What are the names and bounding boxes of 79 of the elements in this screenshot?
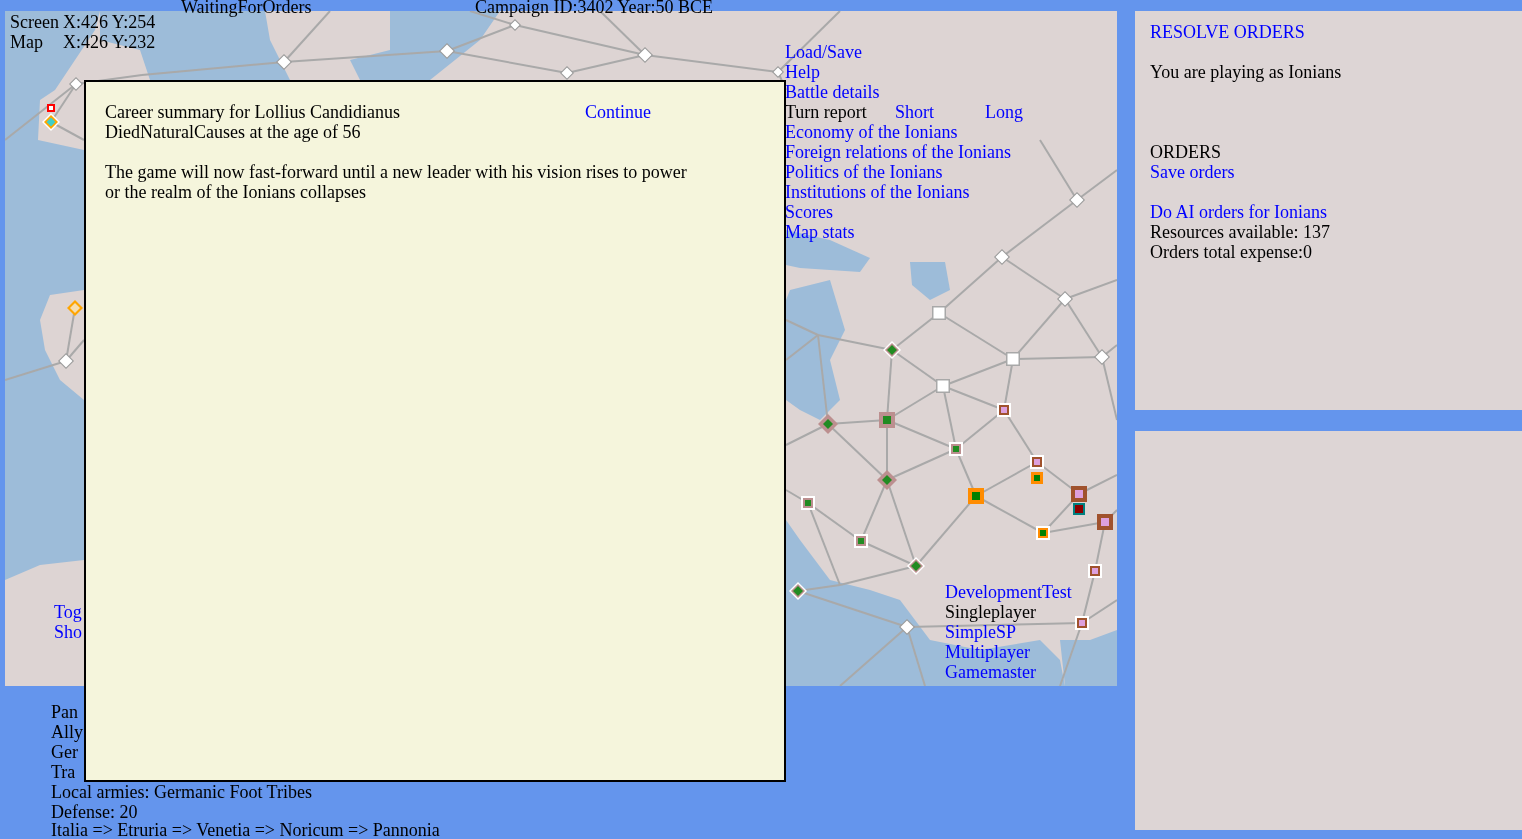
square-marker-icon[interactable]: [1006, 352, 1020, 366]
mode-option[interactable]: SimpleSP: [945, 622, 1017, 642]
expense-text: Orders total expense:0: [1150, 242, 1312, 262]
diamond-marker-icon[interactable]: [1057, 291, 1073, 307]
square-marker-icon[interactable]: [936, 379, 950, 393]
coordinate-value: X:426 Y:232: [63, 32, 156, 52]
diamond-marker-icon[interactable]: [883, 341, 901, 359]
coordinate-label: Screen: [10, 12, 59, 32]
resolve-orders-link[interactable]: RESOLVE ORDERS: [1150, 22, 1305, 42]
menu-link[interactable]: Politics of the Ionians: [785, 162, 943, 182]
toggle-link[interactable]: Sho: [54, 622, 82, 642]
square-marker-icon[interactable]: [879, 412, 895, 428]
diamond-marker-icon[interactable]: [772, 66, 784, 78]
diamond-marker-icon[interactable]: [560, 66, 574, 80]
diamond-marker-icon[interactable]: [994, 249, 1010, 265]
square-marker-icon[interactable]: [47, 104, 55, 112]
coordinate-value: X:426 Y:254: [63, 12, 156, 32]
square-marker-icon[interactable]: [854, 534, 868, 548]
report-option-link[interactable]: Short: [895, 102, 934, 122]
square-marker-icon[interactable]: [997, 403, 1011, 417]
square-marker-icon[interactable]: [932, 306, 946, 320]
square-marker-icon[interactable]: [1071, 486, 1087, 502]
diamond-marker-icon[interactable]: [42, 113, 60, 131]
province-info-text: Pan: [51, 702, 78, 722]
diamond-marker-icon[interactable]: [907, 557, 925, 575]
diamond-marker-icon[interactable]: [877, 470, 897, 490]
square-marker-icon[interactable]: [1030, 455, 1044, 469]
square-marker-icon[interactable]: [1097, 514, 1113, 530]
diamond-marker-icon[interactable]: [818, 414, 838, 434]
province-info-text: Defense: 20: [51, 802, 138, 822]
menu-link[interactable]: Load/Save: [785, 42, 862, 62]
diamond-marker-icon[interactable]: [637, 47, 653, 63]
diamond-marker-icon[interactable]: [67, 300, 83, 316]
square-marker-icon[interactable]: [801, 496, 815, 510]
report-option-link[interactable]: Long: [985, 102, 1023, 122]
diamond-marker-icon[interactable]: [789, 582, 807, 600]
province-info-text: Ger: [51, 742, 78, 762]
dialog-title: Career summary for Lollius Candidianus: [105, 102, 400, 122]
menu-link[interactable]: Scores: [785, 202, 833, 222]
diamond-marker-icon[interactable]: [899, 619, 915, 635]
toggle-link[interactable]: Tog: [54, 602, 82, 622]
menu-link[interactable]: Institutions of the Ionians: [785, 182, 970, 202]
province-info-text: Local armies: Germanic Foot Tribes: [51, 782, 312, 802]
menu-link[interactable]: Economy of the Ionians: [785, 122, 958, 142]
menu-link[interactable]: Map stats: [785, 222, 855, 242]
coordinate-label: Map: [10, 32, 43, 52]
diamond-marker-icon[interactable]: [69, 77, 83, 91]
continue-link[interactable]: Continue: [585, 102, 651, 122]
diamond-marker-icon[interactable]: [1069, 192, 1085, 208]
province-info-text: Tra: [51, 762, 76, 782]
square-marker-icon[interactable]: [1075, 616, 1089, 630]
dialog-message: The game will now fast-forward until a new leader with his vision rises to power or the realm of the Ionians collapses: [105, 162, 688, 202]
menu-link[interactable]: Help: [785, 62, 820, 82]
mode-option[interactable]: DevelopmentTest: [945, 582, 1072, 602]
square-marker-icon[interactable]: [968, 488, 984, 504]
square-marker-icon[interactable]: [1073, 503, 1085, 515]
menu-link[interactable]: Battle details: [785, 82, 880, 102]
square-marker-icon[interactable]: [949, 442, 963, 456]
province-info-text: Ally: [51, 722, 83, 742]
diamond-marker-icon[interactable]: [276, 54, 292, 70]
ai-orders-link[interactable]: Do AI orders for Ionians: [1150, 202, 1327, 222]
orders-heading: ORDERS: [1150, 142, 1221, 162]
square-marker-icon[interactable]: [1031, 472, 1043, 484]
diamond-marker-icon[interactable]: [509, 19, 521, 31]
route-text: Italia => Etruria => Venetia => Noricum => Pannonia: [51, 822, 440, 839]
mode-option[interactable]: Multiplayer: [945, 642, 1030, 662]
diamond-marker-icon[interactable]: [439, 43, 455, 59]
resources-text: Resources available: 137: [1150, 222, 1330, 242]
save-orders-link[interactable]: Save orders: [1150, 162, 1235, 182]
mode-option[interactable]: Singleplayer: [945, 602, 1036, 622]
dialog-text: DiedNaturalCauses at the age of 56: [105, 122, 361, 142]
diamond-marker-icon[interactable]: [1094, 349, 1110, 365]
square-marker-icon[interactable]: [1036, 526, 1050, 540]
square-marker-icon[interactable]: [1088, 564, 1102, 578]
mode-option[interactable]: Gamemaster: [945, 662, 1036, 682]
menu-link[interactable]: Foreign relations of the Ionians: [785, 142, 1011, 162]
player-text: You are playing as Ionians: [1150, 62, 1342, 82]
diamond-marker-icon[interactable]: [58, 353, 74, 369]
menu-label: Turn report: [785, 102, 867, 122]
